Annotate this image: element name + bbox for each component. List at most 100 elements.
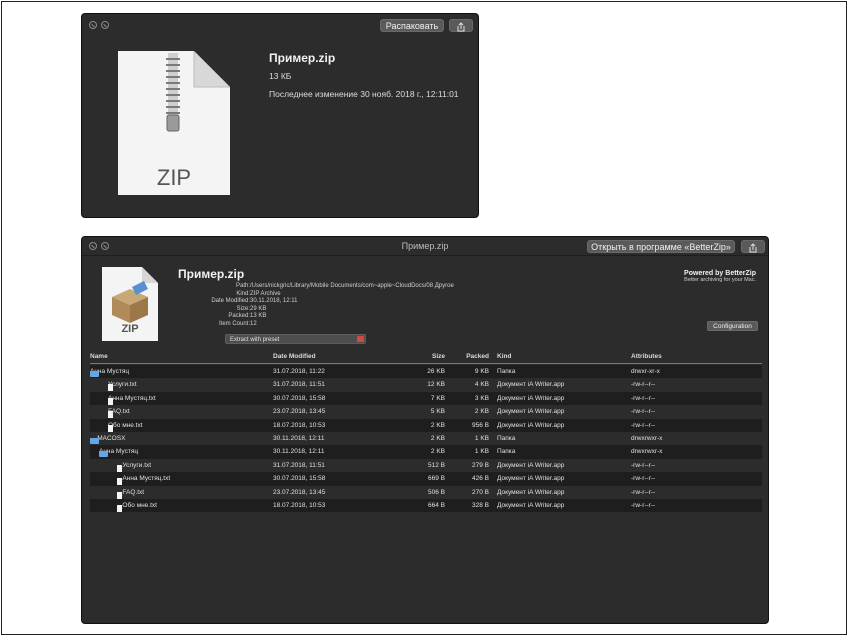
table-row[interactable]: Анна Мустяц 30.11.2018, 12:11 2 KB 1 KB Папк… [90,445,762,459]
row-kind: Документ iA Writer.app [497,475,565,483]
zip-icon-label: ZIP [156,165,192,190]
row-size: 669 B [428,475,445,483]
row-kind: Документ iA Writer.app [497,488,565,496]
col-attributes[interactable]: Attributes [631,353,662,360]
row-attributes: -rw-r--r-- [631,501,656,509]
table-row[interactable]: Анна Мустяц.txt 30.07.2018, 15:58 7 KB 3 KB… [90,391,762,406]
file-name: Пример.zip [269,51,336,65]
row-date: 23.07.2018, 13:45 [273,488,326,496]
file-icon [117,478,122,486]
info-key-date: Date Modified: [211,298,250,304]
row-attributes: -rw-r--r-- [631,461,656,469]
row-size: 26 KB [427,368,445,375]
table-row[interactable]: Анна Мустяц 31.07.2018, 11:22 26 KB 9 KB Пап… [90,365,762,379]
share-icon [457,22,465,32]
table-row[interactable]: ._FAQ.txt 23.07.2018, 13:45 506 B 270 B Доку… [90,486,762,499]
row-attributes: drwxrwxr-x [631,434,663,442]
row-date: 31.07.2018, 11:51 [273,381,325,389]
info-key-size: Size: [236,305,250,312]
table-row[interactable]: __MACOSX 30.11.2018, 12:11 2 KB 1 KB Папка dr… [90,432,762,445]
row-date: 23.07.2018, 13:45 [273,408,326,416]
row-packed: 426 B [472,475,489,483]
row-name: Обо мне.txt [108,421,143,429]
file-icon [108,424,113,432]
table-row[interactable]: Обо мне.txt 18.07.2018, 10:53 2 KB 956 B Док… [90,418,762,432]
table-header: Name Date Modified Size Packed Kind Attr… [90,350,762,364]
row-packed: 1 KB [474,434,489,442]
share-button[interactable] [741,240,765,253]
row-packed: 9 KB [474,368,489,375]
row-name-cell: ._FAQ.txt [117,489,144,499]
row-kind: Папка [497,368,516,375]
configuration-button[interactable]: Configuration [707,321,758,331]
row-attributes: -rw-r--r-- [631,488,656,496]
row-packed: 328 B [472,501,489,509]
col-size[interactable]: Size [390,353,445,360]
row-name: Анна Мустяц.txt [108,394,156,402]
table-row[interactable]: ._Обо мне.txt 18.07.2018, 10:53 664 B 328 B… [90,498,762,513]
row-name-cell: Обо мне.txt [108,421,143,432]
col-kind[interactable]: Kind [497,353,511,360]
info-key-path: Path: [235,283,250,289]
extract-preset-select[interactable]: Extract with preset [225,334,366,344]
info-value-packed: 13 KB [250,313,267,319]
row-name: ._Обо мне.txt [117,501,157,509]
row-name-cell: __MACOSX [90,435,125,444]
row-kind: Документ iA Writer.app [497,461,565,469]
table-row[interactable]: FAQ.txt 23.07.2018, 13:45 5 KB 2 KB Документ… [90,405,762,419]
row-packed: 956 B [472,421,489,429]
file-size: 13 КБ [269,71,292,81]
row-kind: Документ iA Writer.app [497,408,565,416]
row-kind: Документ iA Writer.app [497,381,565,389]
table-row[interactable]: ._Услуги.txt 31.07.2018, 11:51 512 B 279 B Д… [90,459,762,472]
row-size: 5 KB [430,408,445,416]
row-date: 31.07.2018, 11:51 [273,461,325,469]
info-value-kind: ZIP Archive [250,290,281,297]
info-key-kind: Kind: [236,290,250,297]
row-name-cell: Анна Мустяц [90,368,129,377]
row-date: 31.07.2018, 11:22 [273,368,325,375]
share-button[interactable] [449,19,473,32]
zip-file-icon: ZIP [118,51,230,195]
table-row[interactable]: Услуги.txt 31.07.2018, 11:51 12 KB 4 KB Доку… [90,378,762,392]
powered-by: Powered by BetterZip Better archiving fo… [684,270,756,283]
powered-title: Powered by BetterZip [684,270,756,277]
open-in-betterzip-button[interactable]: Открыть в программе «BetterZip» [587,240,735,253]
row-name-cell: FAQ.txt [108,408,130,419]
fullscreen-icon[interactable] [101,21,109,29]
info-value-date: 30.11.2018, 12:11 [250,298,298,304]
powered-subtitle: Better archiving for your Mac. [684,277,756,283]
file-icon [108,384,113,392]
file-icon [117,504,122,512]
row-attributes: -rw-r--r-- [631,394,656,402]
row-kind: Документ iA Writer.app [497,421,565,429]
file-icon [108,397,113,405]
select-arrows-icon [357,336,364,342]
archive-info: Path:/Users/nickgric/Library/Mobile Docu… [142,283,454,328]
archive-name: Пример.zip [178,267,245,281]
row-name: ._Услуги.txt [117,461,152,469]
col-name[interactable]: Name [90,353,108,360]
extract-button[interactable]: Распаковать [380,19,444,32]
row-name-cell: Услуги.txt [108,381,137,392]
row-attributes: -rw-r--r-- [631,408,656,416]
row-packed: 4 KB [474,381,489,389]
row-size: 2 KB [430,448,445,456]
row-date: 30.07.2018, 15:58 [273,475,326,483]
row-attributes: drwxrwxr-x [631,448,663,456]
row-attributes: -rw-r--r-- [631,421,656,429]
row-packed: 1 KB [474,448,489,456]
col-date-modified[interactable]: Date Modified [273,353,316,360]
table-row[interactable]: ._Анна Мустяц.txt 30.07.2018, 15:58 669 B 4… [90,472,762,486]
col-packed[interactable]: Packed [442,353,489,360]
row-kind: Документ iA Writer.app [497,394,565,402]
row-attributes: -rw-r--r-- [631,381,656,389]
quicklook-window: Распаковать ZIP Пример.zip 13 КБ Последн… [81,13,479,218]
row-kind: Папка [497,448,516,456]
row-name-cell: Анна Мустяц.txt [108,394,156,405]
row-size: 7 KB [430,394,445,402]
close-icon[interactable] [89,21,97,29]
row-date: 30.07.2018, 15:58 [273,394,326,402]
row-packed: 2 KB [474,408,489,416]
row-attributes: -rw-r--r-- [631,475,656,483]
